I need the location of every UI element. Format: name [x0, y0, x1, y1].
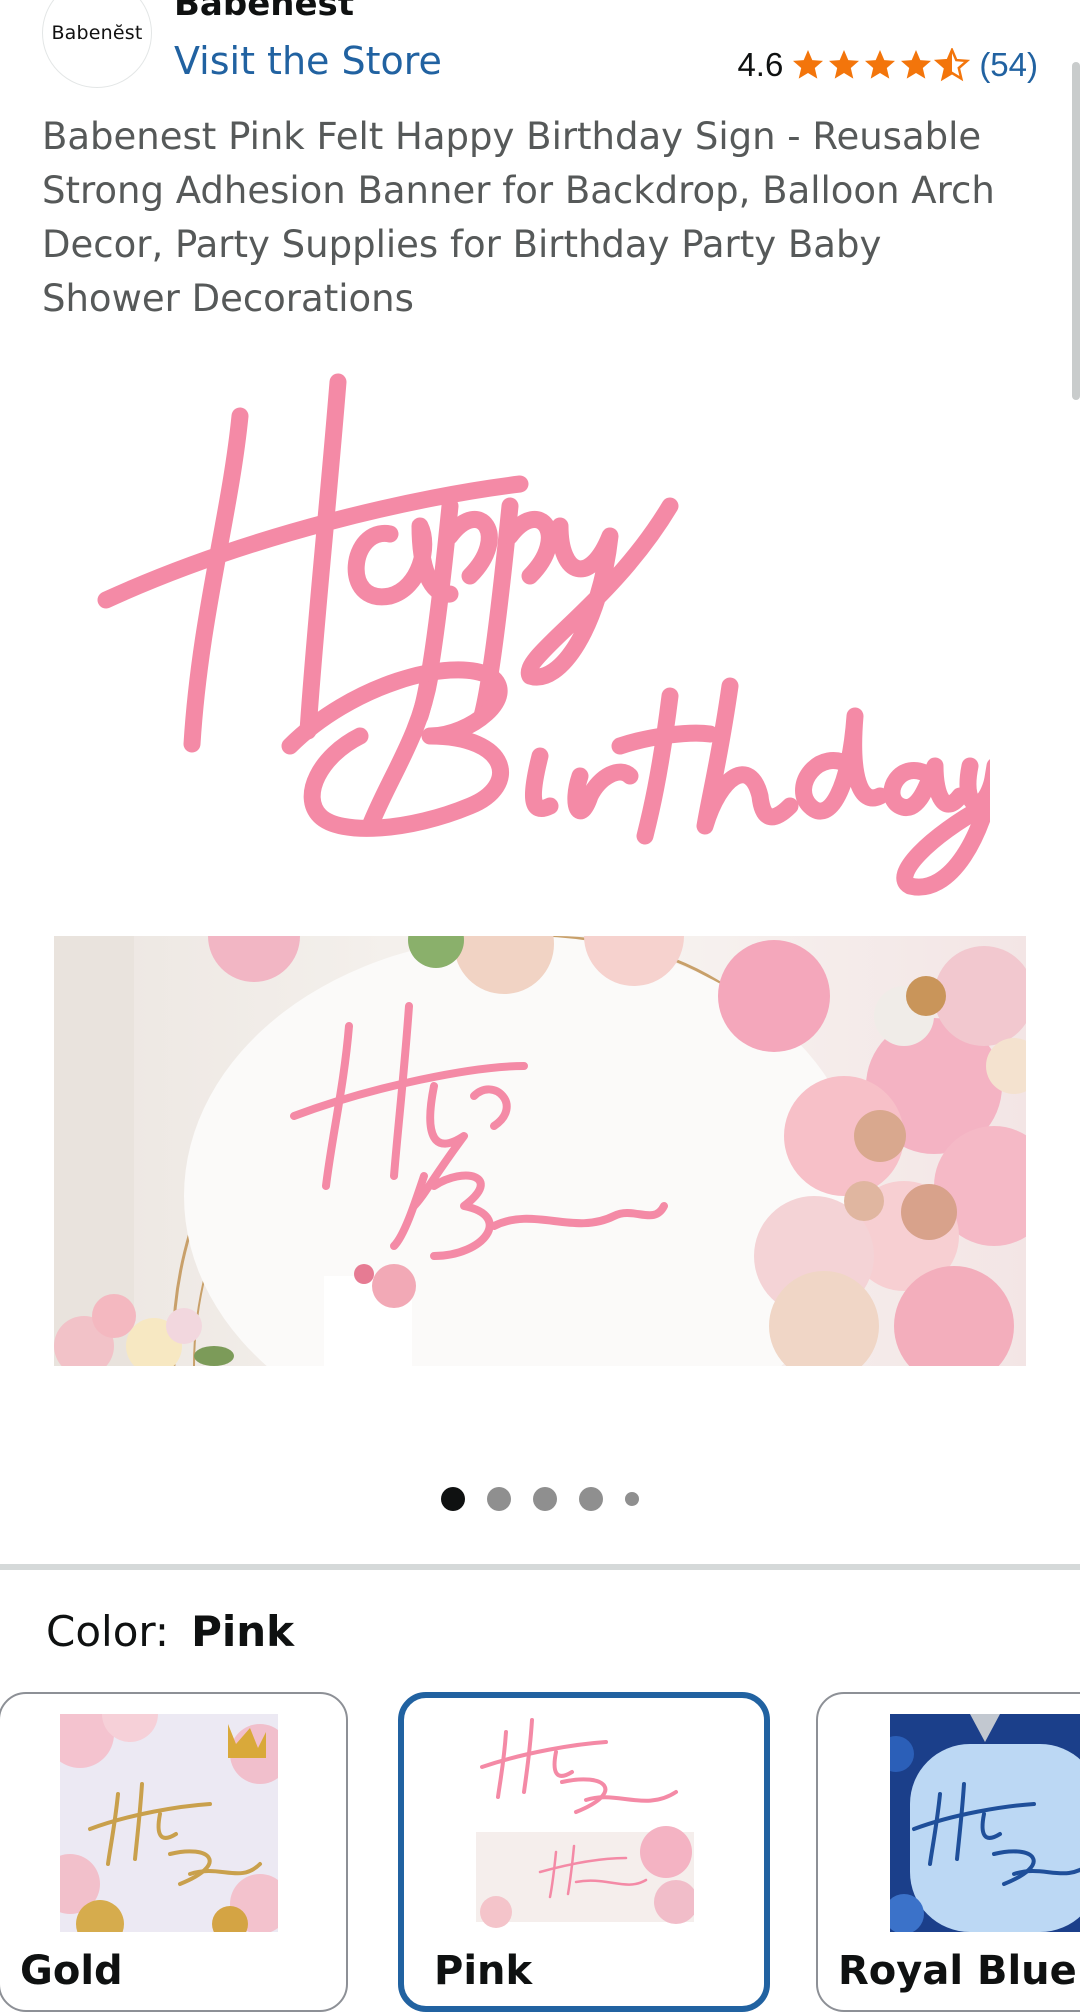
selected-color-value: Pink: [191, 1607, 295, 1656]
product-title: Babenest Pink Felt Happy Birthday Sign -…: [42, 115, 995, 320]
color-swatch-gold[interactable]: Gold: [0, 1692, 348, 2012]
carousel-dot[interactable]: [625, 1492, 639, 1506]
color-label: Color:: [46, 1607, 170, 1656]
swatch-thumbnail: [476, 1712, 694, 1930]
brand-name[interactable]: Babenest: [174, 0, 354, 24]
rating-summary[interactable]: 4.6 (54): [737, 44, 1038, 86]
star-icon: [936, 48, 969, 80]
star-icon: [865, 50, 896, 79]
color-selector-label: Color: Pink: [46, 1604, 294, 1660]
decor-scene-photo: [54, 936, 1026, 1366]
swatch-name: Royal Blue: [838, 1948, 1077, 1994]
swatch-name: Gold: [20, 1948, 123, 1994]
star-rating-icon: [793, 48, 969, 80]
section-divider: [0, 1564, 1080, 1570]
rating-value: 4.6: [737, 46, 784, 83]
carousel-indicators: [0, 1486, 1080, 1512]
star-icon: [901, 50, 932, 79]
swatch-thumbnail: [60, 1714, 278, 1932]
star-rating: [791, 48, 971, 82]
color-swatch-pink[interactable]: Pink: [398, 1692, 770, 2012]
store-logo[interactable]: Babenĕst: [42, 0, 152, 88]
store-logo-text: Babenĕst: [51, 22, 143, 44]
happy-birthday-sign-image: [97, 373, 990, 896]
carousel-dot[interactable]: [441, 1487, 465, 1511]
carousel-dot[interactable]: [579, 1487, 603, 1511]
star-icon: [793, 50, 824, 79]
color-swatch-royal-blue[interactable]: Royal Blue: [816, 1692, 1080, 2012]
product-image-carousel[interactable]: [0, 340, 1080, 1380]
visit-store-link[interactable]: Visit the Store: [174, 38, 442, 84]
rating-count[interactable]: (54): [979, 46, 1038, 84]
carousel-dot[interactable]: [487, 1487, 511, 1511]
swatch-thumbnail: [890, 1714, 1080, 1932]
swatch-name: Pink: [434, 1948, 533, 1994]
carousel-dot[interactable]: [533, 1487, 557, 1511]
balloon-arch-image: [54, 936, 1026, 1366]
star-icon: [829, 50, 860, 79]
